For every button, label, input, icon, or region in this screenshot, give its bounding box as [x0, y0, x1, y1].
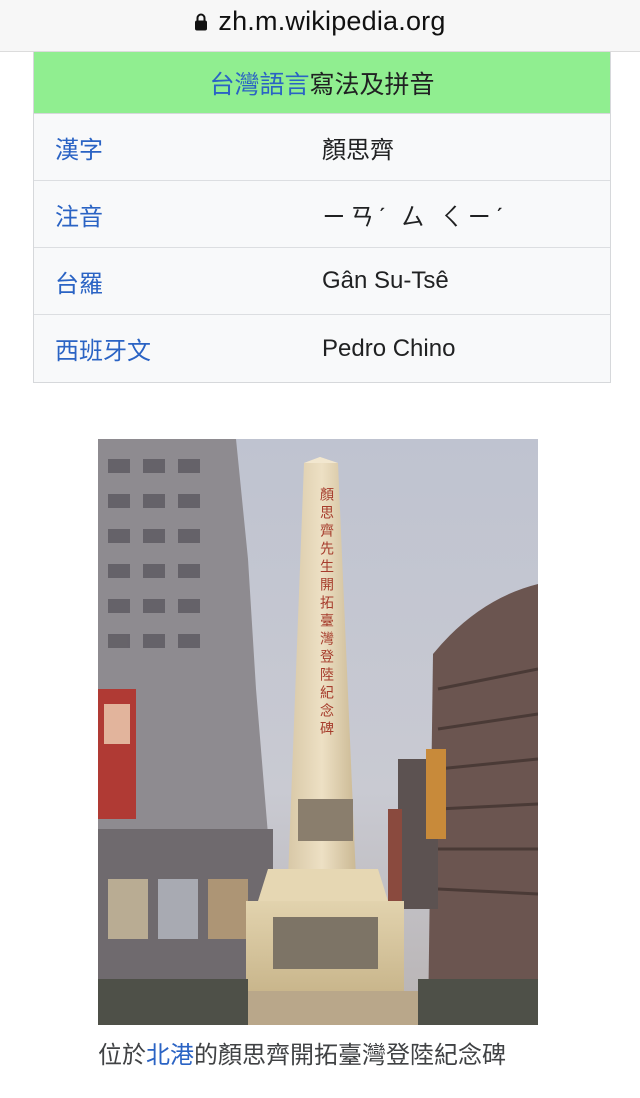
url-display[interactable]: zh.m.wikipedia.org — [194, 6, 445, 37]
url-text: zh.m.wikipedia.org — [218, 6, 446, 36]
caption-text-before: 位於 — [98, 1042, 146, 1069]
caption-text-after: 的顏思齊開拓臺灣登陸紀念碑 — [194, 1042, 506, 1069]
beigang-link[interactable]: 北港 — [146, 1042, 194, 1069]
row-value-hanzi: 顏思齊 — [322, 136, 394, 164]
row-value-tailo: Gân Su-Tsê — [322, 267, 449, 294]
lock-icon — [195, 13, 208, 30]
row-label-spanish-link[interactable]: 西班牙文 — [34, 331, 322, 366]
infobox-row-tailo: 台羅 Gân Su-Tsê — [34, 248, 610, 315]
browser-url-bar[interactable]: zh.m.wikipedia.org — [0, 0, 640, 52]
row-label-hanzi-link[interactable]: 漢字 — [34, 130, 322, 165]
row-value-spanish: Pedro Chino — [322, 334, 456, 362]
infobox-header-title: 寫法及拼音 — [309, 70, 435, 99]
language-infobox: 台灣語言 寫法及拼音 漢字 顏思齊 注音 ㄧㄢˊ ㄙ ㄑㄧˊ 台羅 Gân Su… — [33, 52, 611, 383]
row-label-zhuyin-link[interactable]: 注音 — [34, 197, 322, 232]
infobox-row-zhuyin: 注音 ㄧㄢˊ ㄙ ㄑㄧˊ — [34, 181, 610, 248]
monument-inscription: 顏思齊先生開拓臺灣登陸紀念碑 — [318, 486, 334, 739]
infobox-header: 台灣語言 寫法及拼音 — [34, 52, 610, 114]
infobox-row-spanish: 西班牙文 Pedro Chino — [34, 315, 610, 382]
row-value-zhuyin: ㄧㄢˊ ㄙ ㄑㄧˊ — [322, 203, 508, 231]
monument-photo[interactable]: 顏思齊先生開拓臺灣登陸紀念碑 — [98, 439, 538, 1025]
row-label-tailo-link[interactable]: 台羅 — [34, 264, 322, 299]
figure-caption: 位於北港的顏思齊開拓臺灣登陸紀念碑 — [98, 1036, 538, 1076]
taiwan-languages-link[interactable]: 台灣語言 — [209, 65, 309, 101]
infobox-row-hanzi: 漢字 顏思齊 — [34, 114, 610, 181]
